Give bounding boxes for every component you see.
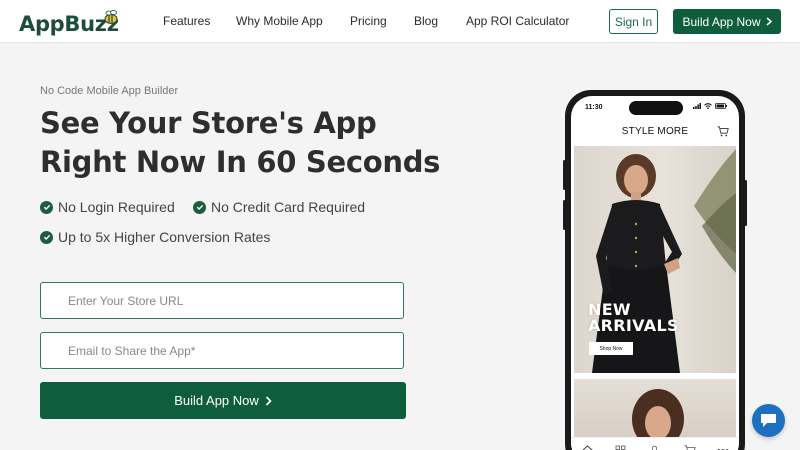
phone-screen: 11:30 STYLE MORE NEW ARRIVALS Shop Now [571, 96, 739, 450]
status-time: 11:30 [585, 104, 603, 111]
check-circle-icon [40, 230, 53, 244]
nav-why-mobile-app[interactable]: Why Mobile App [236, 14, 323, 28]
feature-item: No Credit Card Required [193, 199, 365, 215]
chevron-right-icon [766, 17, 772, 26]
nav-app-roi-calculator[interactable]: App ROI Calculator [466, 14, 569, 28]
more-icon[interactable] [717, 445, 729, 450]
profile-icon[interactable] [649, 445, 660, 450]
phone-mockup: 11:30 STYLE MORE NEW ARRIVALS Shop Now [565, 90, 745, 450]
nav-pricing[interactable]: Pricing [350, 14, 387, 28]
sign-in-label: Sign In [614, 14, 653, 29]
dynamic-island [629, 101, 683, 115]
banner-line: ARRIVALS [588, 316, 679, 335]
promo-banner[interactable]: NEW ARRIVALS Shop Now [574, 146, 736, 373]
chevron-right-icon [265, 395, 272, 406]
hero-eyebrow: No Code Mobile App Builder [40, 85, 179, 97]
feature-label: No Login Required [58, 199, 175, 215]
top-navbar: AppBuzz Features Why Mobile App Pricing … [0, 0, 800, 43]
store-url-input[interactable] [40, 282, 404, 319]
phone-tab-bar [571, 437, 739, 450]
cart-icon[interactable] [684, 445, 696, 450]
home-icon[interactable] [582, 445, 593, 450]
chat-widget-button[interactable] [752, 404, 785, 437]
feature-item: Up to 5x Higher Conversion Rates [40, 229, 270, 245]
feature-item: No Login Required [40, 199, 175, 215]
build-app-now-label: Build App Now [174, 393, 259, 408]
email-input[interactable] [40, 332, 404, 369]
status-icons [693, 103, 727, 109]
check-circle-icon [193, 200, 206, 214]
nav-features[interactable]: Features [163, 14, 210, 28]
bee-icon [104, 10, 118, 24]
battery-icon [715, 103, 727, 109]
cart-icon[interactable] [717, 126, 729, 137]
grid-icon[interactable] [615, 445, 626, 450]
signal-icon [693, 103, 701, 109]
feature-label: Up to 5x Higher Conversion Rates [58, 229, 271, 245]
model-photo [592, 149, 736, 373]
sign-in-button[interactable]: Sign In [609, 9, 658, 34]
banner-headline: NEW ARRIVALS [588, 302, 679, 334]
header-build-app-button[interactable]: Build App Now [673, 9, 781, 34]
secondary-banner[interactable] [574, 379, 736, 441]
model-photo [632, 389, 684, 441]
shop-now-button[interactable]: Shop Now [589, 342, 633, 355]
build-app-now-button[interactable]: Build App Now [40, 382, 406, 419]
wifi-icon [704, 103, 712, 109]
store-title: STYLE MORE [621, 126, 689, 137]
feature-label: No Credit Card Required [211, 199, 366, 215]
hero-headline: See Your Store's App Right Now In 60 Sec… [40, 106, 441, 179]
nav-blog[interactable]: Blog [414, 14, 438, 28]
header-build-app-label: Build App Now [682, 14, 761, 29]
chat-bubble-icon [761, 414, 776, 427]
check-circle-icon [40, 200, 53, 214]
